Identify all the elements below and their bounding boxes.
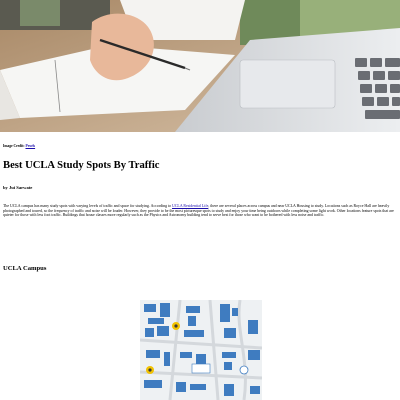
article-byline: by Jui Sarwate — [3, 185, 33, 190]
campus-map — [140, 300, 262, 400]
image-credit-label: Image Credit: — [3, 144, 25, 148]
image-credit: Image Credit: Pexels — [3, 144, 35, 148]
image-credit-link[interactable]: Pexels — [26, 144, 36, 148]
article-body: The UCLA campus has many study spots wit… — [3, 204, 397, 218]
section-heading-campus: UCLA Campus — [3, 265, 47, 272]
hero-illustration — [0, 0, 400, 132]
residential-life-link[interactable]: UCLA Residential Life — [172, 204, 208, 208]
article-body-intro: The UCLA campus has many study spots wit… — [3, 204, 173, 208]
article-title: Best UCLA Study Spots By Traffic — [3, 160, 160, 171]
campus-map-illustration — [140, 300, 262, 400]
hero-photo — [0, 0, 400, 132]
